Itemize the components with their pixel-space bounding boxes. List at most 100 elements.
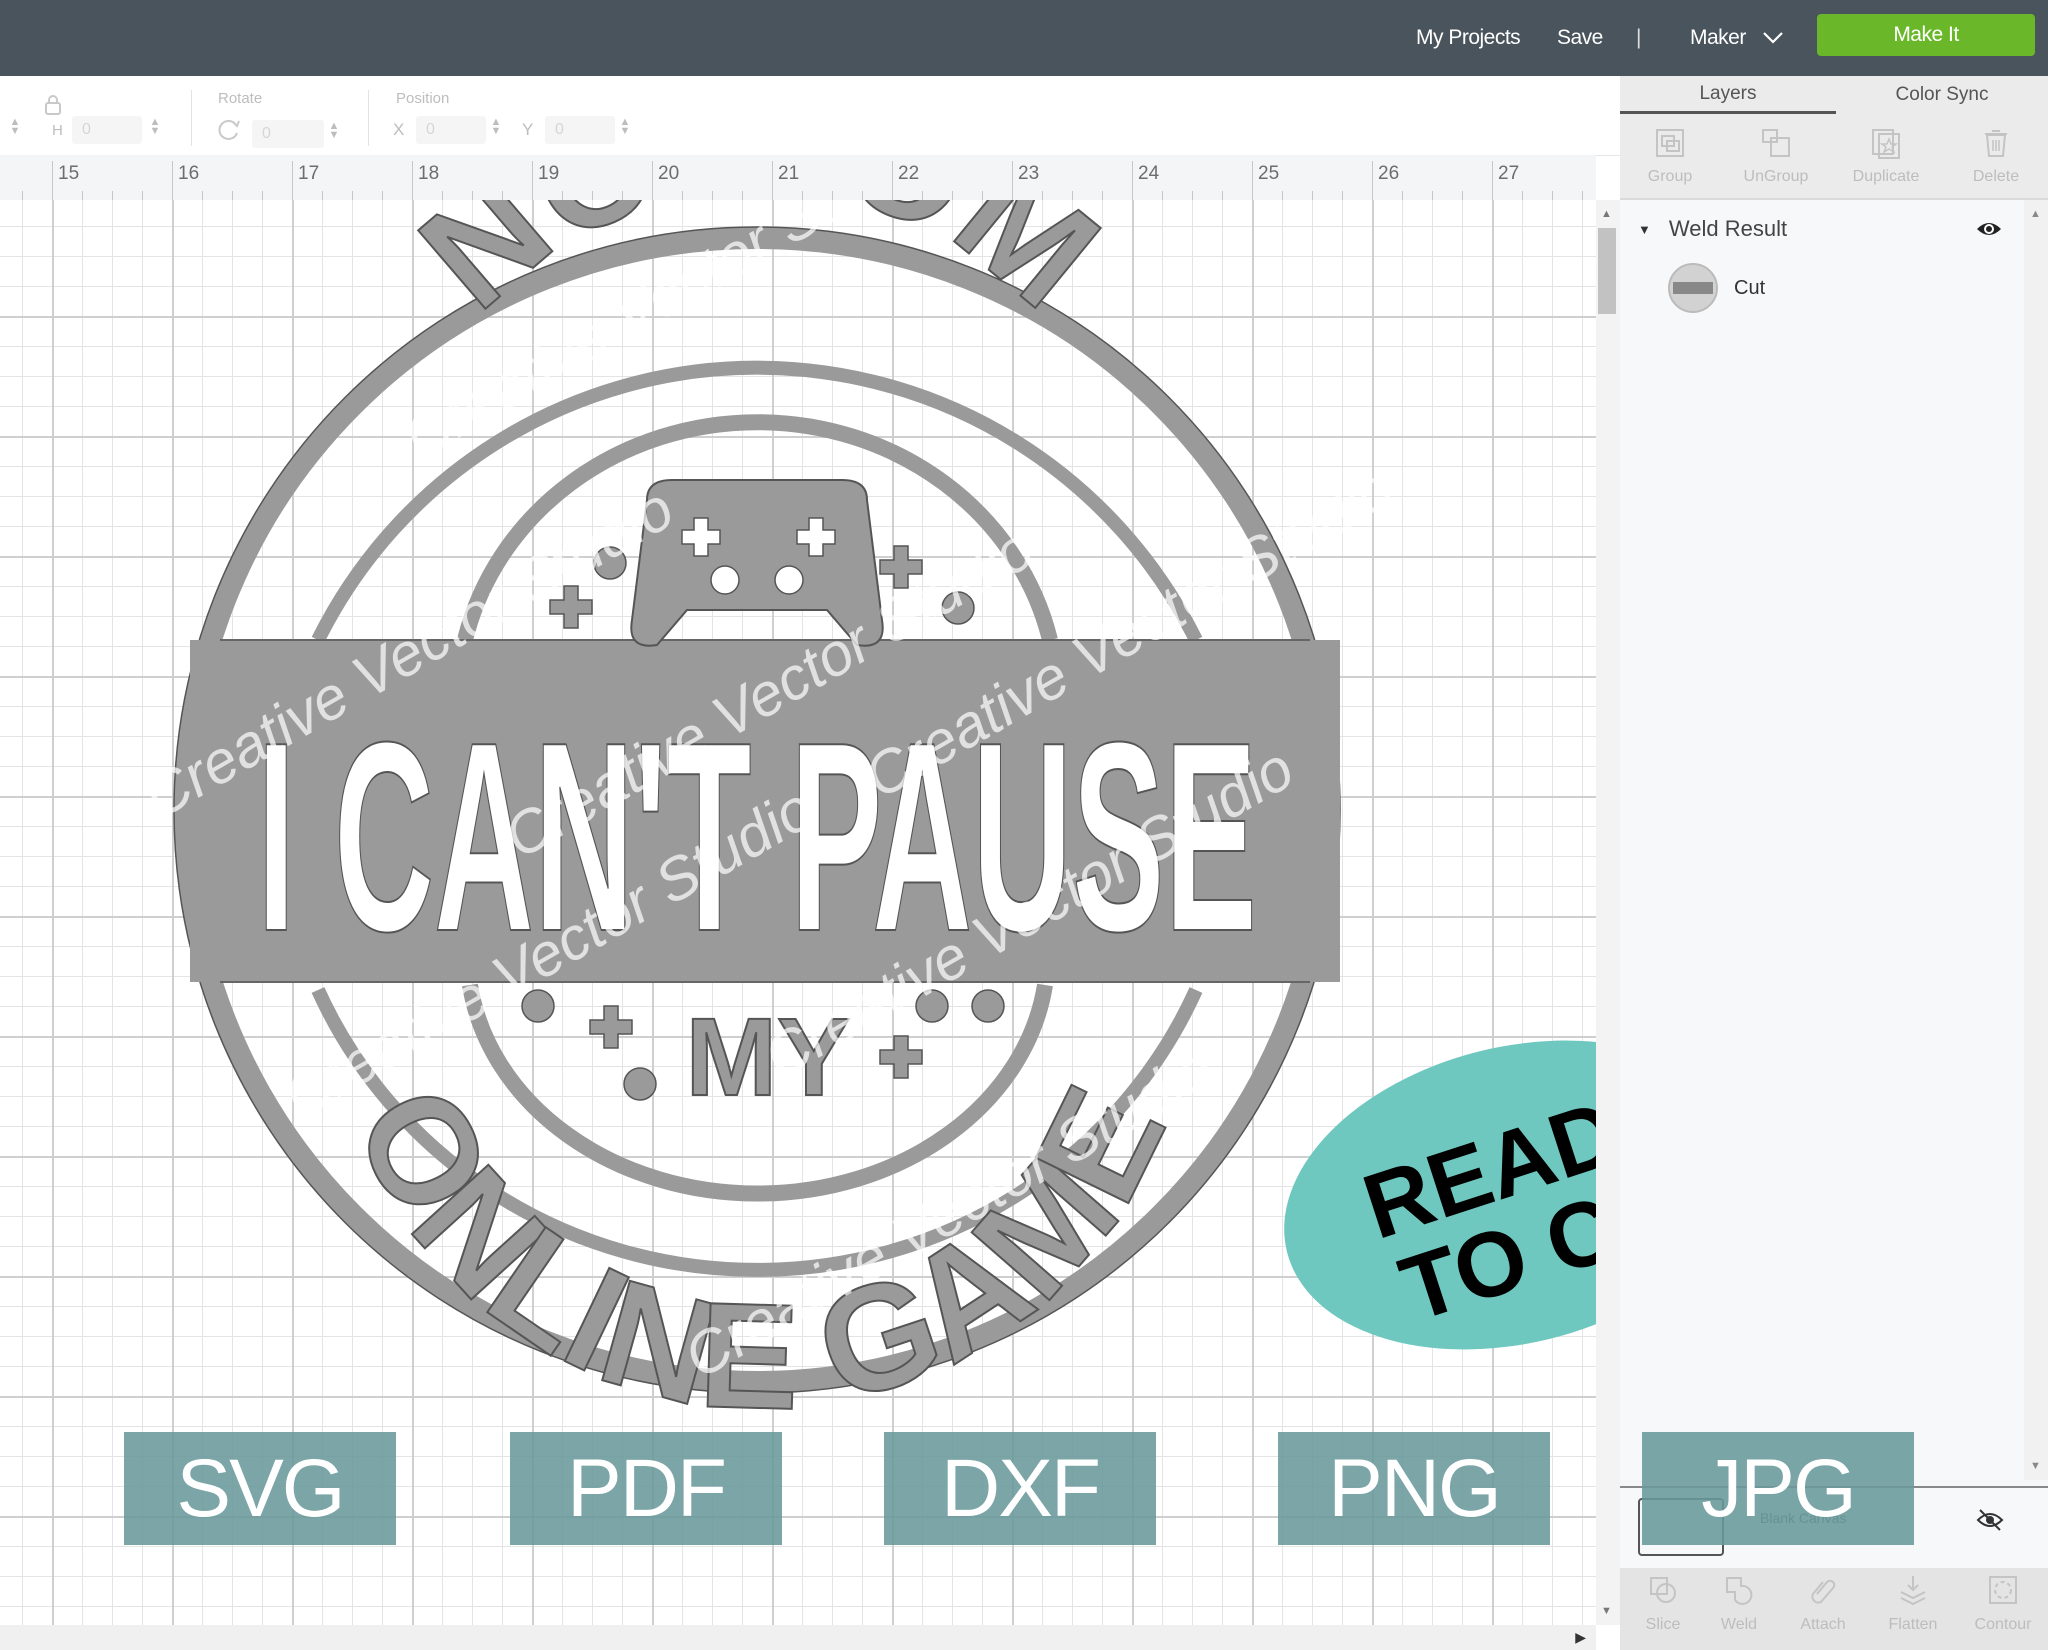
tab-layers[interactable]: Layers <box>1620 76 1836 114</box>
x-position-input[interactable]: 0 <box>416 116 486 144</box>
flatten-button[interactable]: Flatten <box>1870 1568 1956 1634</box>
machine-select[interactable]: Maker <box>1690 0 1784 76</box>
y-position-input[interactable]: 0 <box>545 116 615 144</box>
contour-label: Contour <box>1974 1616 2032 1633</box>
my-projects-link[interactable]: My Projects <box>1416 0 1521 76</box>
canvas-horizontal-scrollbar[interactable]: ▶ <box>0 1625 1596 1650</box>
flatten-label: Flatten <box>1888 1616 1938 1633</box>
y-label: Y <box>522 120 534 139</box>
ruler-minor-tick <box>1162 191 1163 200</box>
layer-item-cut[interactable]: Cut <box>1668 260 1765 316</box>
ruler-minor-tick <box>232 191 233 200</box>
scroll-up-arrow[interactable]: ▲ <box>1601 208 1612 220</box>
ruler-label: 17 <box>298 163 320 184</box>
slice-button[interactable]: Slice <box>1620 1568 1706 1634</box>
ruler-label: 15 <box>58 163 80 184</box>
ruler-label: 19 <box>538 163 560 184</box>
ruler-minor-tick <box>1042 191 1043 200</box>
ruler-minor-tick <box>802 191 803 200</box>
layers-list: ▼ Weld Result Cut <box>1620 200 2024 1480</box>
group-button[interactable]: Group <box>1620 114 1720 198</box>
layer-group-label: Weld Result <box>1668 216 1788 241</box>
ruler-minor-tick <box>922 191 923 200</box>
height-stepper[interactable]: ▲ ▼ <box>148 117 162 137</box>
ruler-minor-tick <box>712 191 713 200</box>
x-stepper[interactable]: ▲ ▼ <box>489 117 503 137</box>
layers-scroll-up[interactable]: ▲ <box>2030 208 2041 220</box>
height-label: H <box>52 122 63 139</box>
ruler-minor-tick <box>472 191 473 200</box>
eye-icon[interactable] <box>1976 220 2002 238</box>
layers-scroll-down[interactable]: ▼ <box>2030 1460 2041 1472</box>
attach-label: Attach <box>1800 1616 1846 1633</box>
ruler-label: 25 <box>1258 163 1280 184</box>
ruler-label: 22 <box>898 163 920 184</box>
weld-label: Weld <box>1720 1616 1758 1633</box>
ruler-minor-tick <box>1222 191 1223 200</box>
save-button[interactable]: Save <box>1557 0 1603 76</box>
format-png: PNG <box>1278 1432 1550 1545</box>
ruler-label: 27 <box>1498 163 1520 184</box>
canvas-vertical-scrollbar[interactable]: ▲ ▼ <box>1596 200 1620 1625</box>
ruler-minor-tick <box>1192 191 1193 200</box>
group-icon <box>1656 129 1684 157</box>
ruler-minor-tick <box>112 191 113 200</box>
delete-button[interactable]: Delete <box>1946 114 2046 198</box>
weld-button[interactable]: Weld <box>1696 1568 1782 1634</box>
layer-thumbnail <box>1668 263 1718 313</box>
layers-scrollbar[interactable]: ▲ ▼ <box>2024 200 2048 1480</box>
position-label: Position <box>396 90 450 107</box>
ruler-minor-tick <box>1522 191 1523 200</box>
ruler-minor-tick <box>1102 191 1103 200</box>
tab-color-sync[interactable]: Color Sync <box>1836 76 2048 114</box>
duplicate-button[interactable]: Duplicate <box>1836 114 1936 198</box>
ruler-label: 24 <box>1138 163 1160 184</box>
design-canvas[interactable]: I CAN'T PAUSE NO MOM MY <box>0 200 1596 1625</box>
layers-panel: Layers Color Sync Group UnGroup Duplicat… <box>1620 76 2048 1650</box>
ruler-minor-tick <box>832 191 833 200</box>
delete-label: Delete <box>1972 168 2020 185</box>
edit-toolbar: ▲ ▼ H 0 ▲ ▼ Rotate 0 ▲ ▼ Position X 0 ▲ ▼ Y … <box>0 76 1620 156</box>
ruler-minor-tick <box>442 191 443 200</box>
layer-group-weld-result[interactable]: ▼ Weld Result <box>1638 214 2018 244</box>
ruler-minor-tick <box>622 191 623 200</box>
ungroup-button[interactable]: UnGroup <box>1726 114 1826 198</box>
contour-button[interactable]: Contour <box>1960 1568 2046 1634</box>
ruler-major-tick <box>1012 161 1013 200</box>
collapse-triangle-icon[interactable]: ▼ <box>1638 222 1651 237</box>
rotate-stepper[interactable]: ▲ ▼ <box>327 121 341 141</box>
lock-icon[interactable] <box>44 94 62 116</box>
rotate-icon <box>218 120 240 140</box>
rotate-label: Rotate <box>218 90 263 107</box>
chevron-down-icon <box>1763 32 1783 44</box>
rotate-input[interactable]: 0 <box>252 120 324 148</box>
ruler-minor-tick <box>1402 191 1403 200</box>
machine-select-label: Maker <box>1690 26 1746 49</box>
layer-tools: Group UnGroup Duplicate Delete <box>1620 114 2048 200</box>
x-label: X <box>393 120 405 139</box>
ruler-major-tick <box>1132 161 1133 200</box>
ruler-minor-tick <box>862 191 863 200</box>
scroll-right-arrow[interactable]: ▶ <box>1575 1629 1586 1646</box>
ruler-major-tick <box>1372 161 1373 200</box>
height-input[interactable]: 0 <box>72 116 142 144</box>
ruler-major-tick <box>412 161 413 200</box>
ruler-minor-tick <box>82 191 83 200</box>
design-artwork[interactable]: I CAN'T PAUSE NO MOM MY <box>0 200 1596 1625</box>
horizontal-ruler: 15 16 17 18 19 20 21 22 23 24 25 26 27 <box>0 155 1596 202</box>
width-stepper[interactable]: ▲ ▼ <box>8 117 22 137</box>
eye-hidden-icon[interactable] <box>1976 1508 2004 1532</box>
y-stepper[interactable]: ▲ ▼ <box>618 117 632 137</box>
ruler-minor-tick <box>502 191 503 200</box>
scrollbar-thumb[interactable] <box>1598 228 1616 314</box>
toolbar-divider <box>368 90 369 146</box>
attach-button[interactable]: Attach <box>1780 1568 1866 1634</box>
ruler-major-tick <box>172 161 173 200</box>
ruler-minor-tick <box>1582 191 1583 200</box>
scroll-down-arrow[interactable]: ▼ <box>1601 1605 1612 1617</box>
make-it-button[interactable]: Make It <box>1817 14 2035 56</box>
topbar-separator: | <box>1636 26 1641 49</box>
panel-tabs: Layers Color Sync <box>1620 76 2048 114</box>
ruler-minor-tick <box>322 191 323 200</box>
bottom-tools: Slice Weld Attach Flatten Contour <box>1620 1568 2048 1650</box>
